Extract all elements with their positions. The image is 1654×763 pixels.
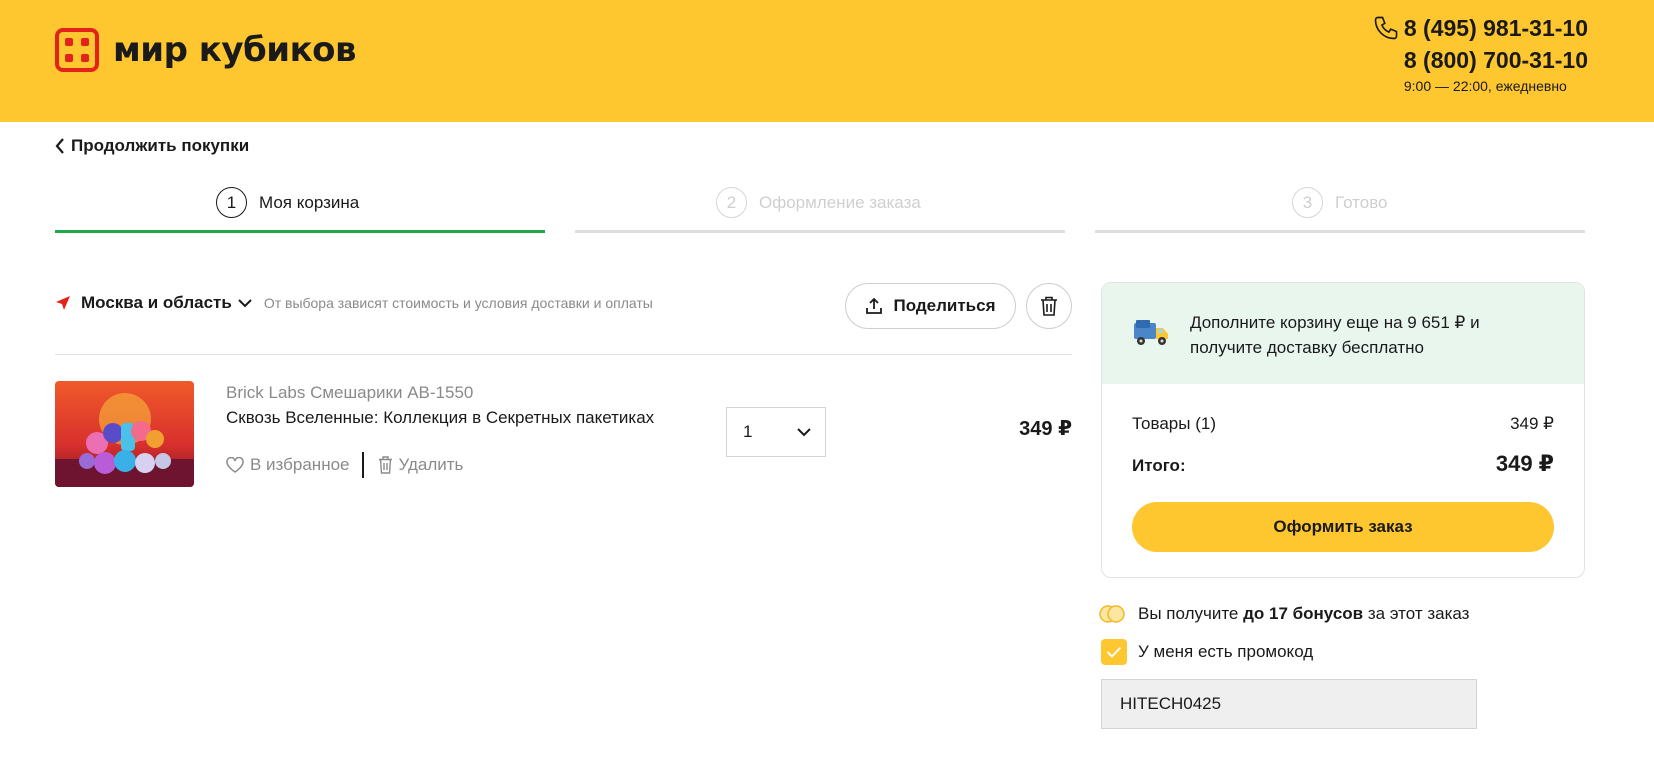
- checkout-steps: 1 Моя корзина 2 Оформление заказа 3 Гото…: [55, 183, 1585, 233]
- step-done: 3 Готово: [1095, 183, 1585, 233]
- free-delivery-text: Дополните корзину еще на 9 651 ₽ и получ…: [1190, 313, 1480, 357]
- location-arrow-icon: [56, 296, 70, 310]
- favorites-label: В избранное: [250, 455, 350, 474]
- step-progress-bar: [575, 230, 1065, 233]
- step-label: Моя корзина: [259, 192, 360, 212]
- promo-code-input[interactable]: [1101, 679, 1477, 729]
- product-name[interactable]: Сквозь Вселенные: Коллекция в Секретных …: [226, 408, 654, 428]
- delivery-truck-icon: [1134, 320, 1168, 345]
- delete-item-button[interactable]: Удалить: [378, 455, 464, 475]
- product-thumbnail-graphic: [55, 381, 194, 487]
- product-price: 349 ₽: [1019, 418, 1072, 440]
- place-order-button[interactable]: Оформить заказ: [1132, 502, 1554, 552]
- quantity-select[interactable]: 1: [726, 407, 826, 457]
- step-cart[interactable]: 1 Моя корзина: [55, 183, 545, 233]
- bonus-prefix: Вы получите: [1138, 604, 1244, 623]
- product-actions: В избранное Удалить: [226, 452, 463, 478]
- goods-row: Товары (1) 349 ₽: [1132, 414, 1554, 434]
- contacts: 8 (495) 981-31-10 8 (800) 700-31-10 9:00…: [1372, 12, 1588, 96]
- working-hours: 9:00 — 22:00, ежедневно: [1403, 78, 1567, 94]
- quantity-value: 1: [743, 422, 753, 441]
- step-label: Оформление заказа: [759, 192, 921, 212]
- clear-cart-button[interactable]: [1026, 283, 1072, 329]
- order-summary-card: Дополните корзину еще на 9 651 ₽ и получ…: [1101, 282, 1585, 578]
- logo-dice-icon: [55, 28, 99, 72]
- product-image[interactable]: [55, 381, 194, 487]
- delete-label: Удалить: [398, 455, 464, 474]
- coins-icon: [1099, 605, 1125, 623]
- region-name: Москва и область: [81, 293, 232, 312]
- bonus-amount: до 17 бонусов: [1243, 604, 1364, 623]
- region-hint: От выбора зависят стоимость и условия до…: [263, 295, 653, 311]
- goods-value: 349 ₽: [1510, 414, 1554, 433]
- phone-moscow[interactable]: 8 (495) 981-31-10: [1404, 12, 1588, 44]
- divider: [55, 354, 1072, 355]
- site-header: мир кубиков 8 (495) 981-31-10 8 (800) 70…: [0, 0, 1654, 122]
- trash-icon: [1041, 296, 1057, 316]
- total-label: Итого:: [1132, 456, 1186, 475]
- step-number: 3: [1292, 187, 1323, 218]
- promo-toggle: У меня есть промокод: [1101, 639, 1313, 665]
- phone-icon: [1374, 16, 1398, 40]
- product-brand[interactable]: Brick Labs Смешарики AB-1550: [226, 383, 473, 403]
- bonus-suffix: за этот заказ: [1363, 604, 1470, 623]
- add-to-favorites-button[interactable]: В избранное: [226, 455, 350, 475]
- region-selector[interactable]: Москва и область: [81, 293, 252, 313]
- chevron-down-icon: [797, 427, 811, 436]
- share-label: Поделиться: [893, 296, 996, 315]
- step-number: 2: [716, 187, 747, 218]
- promo-checkbox[interactable]: [1101, 639, 1127, 665]
- free-delivery-banner: Дополните корзину еще на 9 651 ₽ и получ…: [1102, 283, 1584, 384]
- step-number: 1: [216, 187, 247, 218]
- total-row: Итого: 349 ₽: [1132, 451, 1554, 477]
- total-value: 349 ₽: [1495, 451, 1554, 476]
- promo-label: У меня есть промокод: [1138, 642, 1314, 661]
- phone-free[interactable]: 8 (800) 700-31-10: [1372, 44, 1588, 76]
- checkmark-icon: [1106, 646, 1122, 658]
- chevron-left-icon: [55, 138, 64, 154]
- step-progress-bar: [1095, 230, 1585, 233]
- logo-text: мир кубиков: [113, 30, 357, 70]
- share-button[interactable]: Поделиться: [845, 283, 1016, 329]
- step-checkout: 2 Оформление заказа: [575, 183, 1065, 233]
- chevron-down-icon: [238, 298, 252, 307]
- bonus-info: Вы получите до 17 бонусов за этот заказ: [1098, 604, 1469, 624]
- share-icon: [866, 297, 883, 314]
- site-logo[interactable]: мир кубиков: [55, 28, 357, 72]
- goods-label: Товары (1): [1132, 414, 1216, 433]
- step-label: Готово: [1335, 192, 1388, 212]
- step-progress-bar: [55, 230, 545, 233]
- continue-shopping-label: Продолжить покупки: [71, 136, 250, 155]
- continue-shopping-link[interactable]: Продолжить покупки: [55, 136, 249, 156]
- separator: [361, 452, 364, 478]
- region-row: Москва и область От выбора зависят стоим…: [55, 293, 653, 313]
- trash-icon: [378, 456, 392, 474]
- heart-icon: [226, 457, 244, 473]
